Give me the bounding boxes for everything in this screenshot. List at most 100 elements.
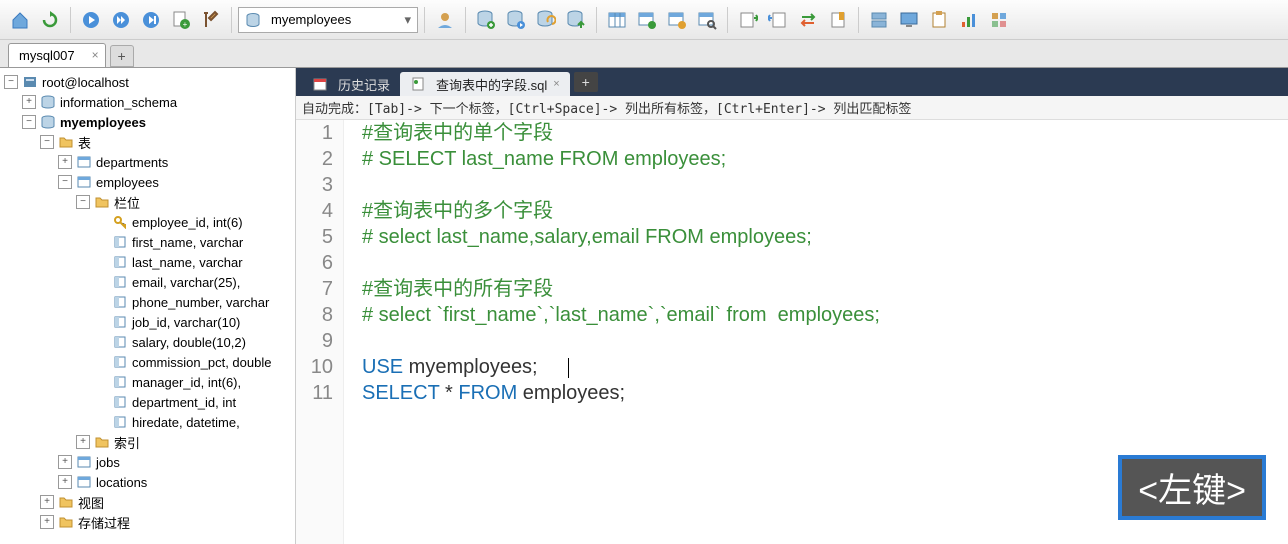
expand-icon[interactable]: + bbox=[40, 515, 54, 529]
tree-views[interactable]: +视图 bbox=[0, 492, 295, 512]
calendar-icon bbox=[312, 76, 328, 92]
table-icon bbox=[76, 454, 92, 470]
database-icon bbox=[40, 114, 56, 130]
close-icon[interactable]: × bbox=[92, 48, 99, 62]
database-icon bbox=[245, 12, 261, 28]
tree-root[interactable]: −root@localhost bbox=[0, 72, 295, 92]
db-play-icon[interactable] bbox=[502, 6, 530, 34]
overlay-left-click-indicator: <左键> bbox=[1118, 455, 1266, 520]
table-edit-icon[interactable] bbox=[663, 6, 691, 34]
column-icon bbox=[112, 334, 128, 350]
editor-tab-history[interactable]: 历史记录 bbox=[302, 72, 400, 96]
connection-tabs: mysql007 × + bbox=[0, 40, 1288, 68]
clipboard-icon[interactable] bbox=[925, 6, 953, 34]
separator bbox=[424, 7, 425, 33]
new-connection-tab[interactable]: + bbox=[110, 45, 134, 67]
folder-icon bbox=[58, 494, 74, 510]
table-icon bbox=[76, 154, 92, 170]
collapse-icon[interactable]: − bbox=[40, 135, 54, 149]
tree-table-employees[interactable]: −employees bbox=[0, 172, 295, 192]
collapse-icon[interactable]: − bbox=[58, 175, 72, 189]
editor-tab-active[interactable]: 查询表中的字段.sql × bbox=[400, 72, 570, 96]
tree-col[interactable]: commission_pct, double bbox=[0, 352, 295, 372]
close-icon[interactable]: × bbox=[553, 78, 559, 90]
collapse-icon[interactable]: − bbox=[4, 75, 18, 89]
table-search-icon[interactable] bbox=[693, 6, 721, 34]
connection-tab[interactable]: mysql007 × bbox=[8, 43, 106, 67]
separator bbox=[70, 7, 71, 33]
bookmark-icon[interactable] bbox=[824, 6, 852, 34]
tree-col[interactable]: manager_id, int(6), bbox=[0, 372, 295, 392]
monitor-icon[interactable] bbox=[895, 6, 923, 34]
expand-icon[interactable]: + bbox=[76, 435, 90, 449]
tree-col[interactable]: last_name, varchar bbox=[0, 252, 295, 272]
tree-col[interactable]: department_id, int bbox=[0, 392, 295, 412]
separator bbox=[596, 7, 597, 33]
tree-col[interactable]: email, varchar(25), bbox=[0, 272, 295, 292]
column-icon bbox=[112, 354, 128, 370]
column-icon bbox=[112, 254, 128, 270]
user-icon[interactable] bbox=[431, 6, 459, 34]
connection-tab-label: mysql007 bbox=[19, 48, 75, 63]
tree-col[interactable]: first_name, varchar bbox=[0, 232, 295, 252]
grid-icon[interactable] bbox=[985, 6, 1013, 34]
tree-col[interactable]: job_id, varchar(10) bbox=[0, 312, 295, 332]
editor-tabs: 历史记录 查询表中的字段.sql × + bbox=[296, 68, 1288, 96]
separator bbox=[727, 7, 728, 33]
expand-icon[interactable]: + bbox=[22, 95, 36, 109]
key-icon bbox=[112, 214, 128, 230]
tree-db-myemployees[interactable]: −myemployees bbox=[0, 112, 295, 132]
collapse-icon[interactable]: − bbox=[22, 115, 36, 129]
folder-icon bbox=[58, 134, 74, 150]
database-selector-value: myemployees bbox=[271, 12, 351, 27]
main-toolbar: + myemployees ▾ bbox=[0, 0, 1288, 40]
database-selector[interactable]: myemployees ▾ bbox=[238, 7, 418, 33]
table-new-icon[interactable] bbox=[633, 6, 661, 34]
tree-tables[interactable]: −表 bbox=[0, 132, 295, 152]
chart-icon[interactable] bbox=[955, 6, 983, 34]
tree-indexes[interactable]: +索引 bbox=[0, 432, 295, 452]
tree-col[interactable]: phone_number, varchar bbox=[0, 292, 295, 312]
db-refresh-icon[interactable] bbox=[532, 6, 560, 34]
tree-db-sys[interactable]: +information_schema bbox=[0, 92, 295, 112]
svg-text:+: + bbox=[183, 20, 188, 29]
export-icon[interactable] bbox=[734, 6, 762, 34]
expand-icon[interactable]: + bbox=[58, 155, 72, 169]
tree-col[interactable]: salary, double(10,2) bbox=[0, 332, 295, 352]
column-icon bbox=[112, 274, 128, 290]
format-icon[interactable] bbox=[197, 6, 225, 34]
home-icon[interactable] bbox=[6, 6, 34, 34]
tree-table-jobs[interactable]: +jobs bbox=[0, 452, 295, 472]
column-icon bbox=[112, 374, 128, 390]
new-editor-tab[interactable]: + bbox=[574, 72, 598, 92]
autocomplete-hint: 自动完成：[Tab]-> 下一个标签，[Ctrl+Space]-> 列出所有标签… bbox=[296, 96, 1288, 120]
server-icon bbox=[22, 74, 38, 90]
db-import-icon[interactable] bbox=[562, 6, 590, 34]
expand-icon[interactable]: + bbox=[58, 475, 72, 489]
sync-icon[interactable] bbox=[794, 6, 822, 34]
server-icon[interactable] bbox=[865, 6, 893, 34]
tree-col[interactable]: hiredate, datetime, bbox=[0, 412, 295, 432]
tree-table-locations[interactable]: +locations bbox=[0, 472, 295, 492]
new-query-icon[interactable]: + bbox=[167, 6, 195, 34]
play-line-icon[interactable] bbox=[137, 6, 165, 34]
play-all-icon[interactable] bbox=[107, 6, 135, 34]
db-down-icon[interactable] bbox=[472, 6, 500, 34]
tree-columns[interactable]: −栏位 bbox=[0, 192, 295, 212]
text-cursor bbox=[568, 358, 569, 378]
refresh-icon[interactable] bbox=[36, 6, 64, 34]
folder-icon bbox=[94, 434, 110, 450]
import2-icon[interactable] bbox=[764, 6, 792, 34]
separator bbox=[858, 7, 859, 33]
collapse-icon[interactable]: − bbox=[76, 195, 90, 209]
column-icon bbox=[112, 294, 128, 310]
tree-table-departments[interactable]: +departments bbox=[0, 152, 295, 172]
table-icon bbox=[76, 174, 92, 190]
play-icon[interactable] bbox=[77, 6, 105, 34]
tree-col[interactable]: employee_id, int(6) bbox=[0, 212, 295, 232]
table-icon[interactable] bbox=[603, 6, 631, 34]
expand-icon[interactable]: + bbox=[58, 455, 72, 469]
database-icon bbox=[40, 94, 56, 110]
expand-icon[interactable]: + bbox=[40, 495, 54, 509]
tree-procs[interactable]: +存储过程 bbox=[0, 512, 295, 532]
